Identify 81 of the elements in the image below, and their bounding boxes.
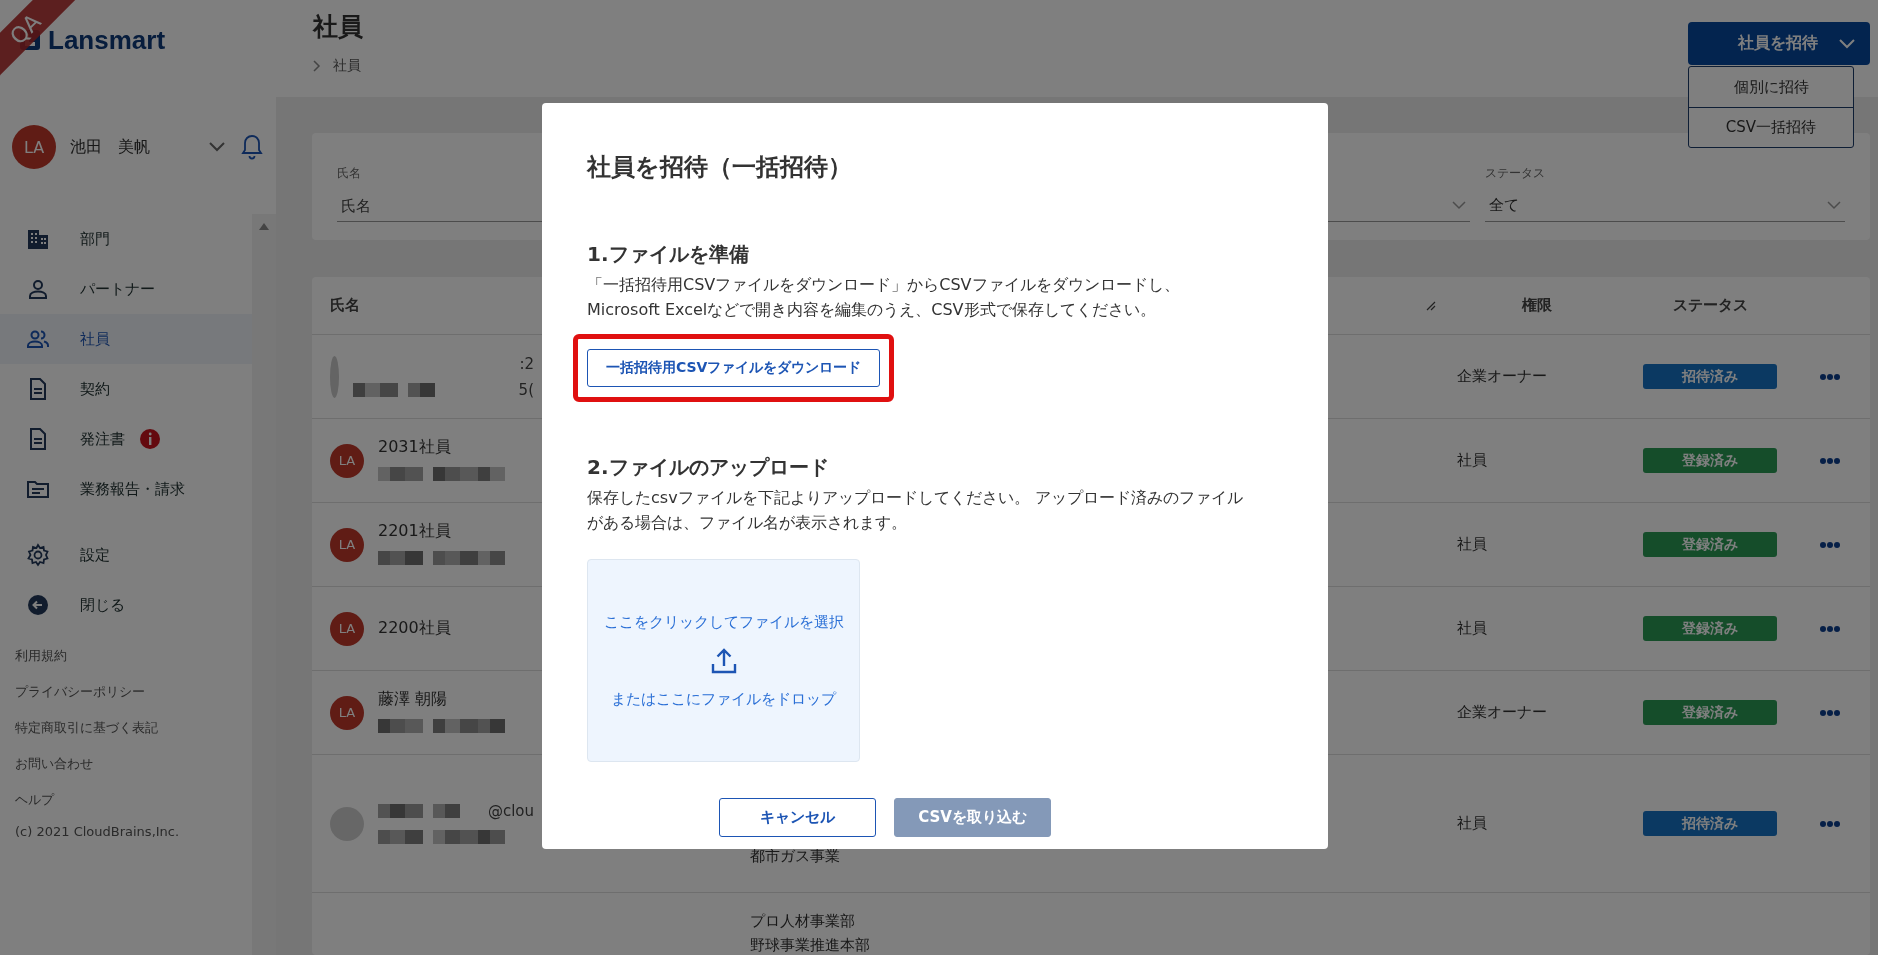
role-text: 社員 bbox=[1456, 619, 1488, 638]
chevron-down-icon bbox=[1452, 201, 1466, 210]
building-icon bbox=[26, 227, 50, 251]
employee-name: 2200社員 bbox=[378, 618, 451, 639]
menu-item[interactable]: 個別に招待 bbox=[1689, 67, 1853, 107]
status-badge: 登録済み bbox=[1643, 532, 1777, 557]
status-badge: 招待済み bbox=[1643, 364, 1777, 389]
file-drop-zone[interactable]: ここをクリックしてファイルを選択 またはここにファイルをドロップ bbox=[587, 559, 860, 762]
nav-item[interactable]: パートナー bbox=[0, 264, 252, 314]
field-label: ステータス bbox=[1485, 165, 1545, 182]
chevron-down-icon[interactable] bbox=[208, 141, 226, 153]
scrollbar[interactable] bbox=[252, 214, 276, 955]
avatar: LA bbox=[330, 527, 364, 562]
more-icon[interactable] bbox=[1819, 372, 1841, 381]
invite-button[interactable]: 社員を招待 bbox=[1688, 22, 1870, 65]
footer-link[interactable]: 特定商取引に基づく表記 bbox=[15, 710, 252, 746]
employee-name: 2201社員 bbox=[378, 521, 451, 542]
chevron-down-icon bbox=[1827, 201, 1841, 210]
footer-link[interactable]: お問い合わせ bbox=[15, 746, 252, 782]
footer-link[interactable]: ヘルプ bbox=[15, 782, 252, 818]
more-icon[interactable] bbox=[1819, 708, 1841, 717]
nav-item[interactable]: 契約 bbox=[0, 364, 252, 414]
user-avatar: LA bbox=[12, 125, 56, 169]
section-heading: 2.ファイルのアップロード bbox=[587, 454, 830, 481]
more-icon[interactable] bbox=[1819, 456, 1841, 465]
breadcrumb-item[interactable]: 社員 bbox=[333, 57, 361, 75]
role-text: 社員 bbox=[1456, 535, 1488, 554]
nav-item[interactable]: 設定 bbox=[0, 530, 252, 580]
status-badge: 登録済み bbox=[1643, 700, 1777, 725]
logo-text: Lansmart bbox=[48, 24, 166, 56]
nav-item[interactable]: 閉じる bbox=[0, 580, 252, 630]
page-title: 社員 bbox=[313, 11, 363, 43]
dialog-title: 社員を招待（一括招待） bbox=[587, 152, 853, 183]
instruction-text: 保存したcsvファイルを下記よりアップロードしてください。 アップロード済みのファイルがある場合は、ファイル名が表示されます。 bbox=[587, 487, 1244, 534]
status-badge: 登録済み bbox=[1643, 616, 1777, 641]
scroll-up-icon[interactable] bbox=[259, 222, 269, 230]
avatar: LA bbox=[330, 443, 364, 478]
copyright-text: (c) 2021 CloudBrains,Inc. bbox=[15, 824, 181, 839]
column-header: 氏名 bbox=[329, 296, 361, 315]
more-icon[interactable] bbox=[1819, 624, 1841, 633]
department-text: プロ人材事業部 bbox=[750, 911, 856, 932]
menu-item[interactable]: CSV一括招待 bbox=[1689, 107, 1853, 147]
more-icon[interactable] bbox=[1819, 819, 1841, 828]
download-button[interactable]: 一括招待用CSVファイルをダウンロード bbox=[587, 349, 881, 387]
department-text: 野球事業推進本部 bbox=[750, 935, 871, 955]
status-badge: 登録済み bbox=[1643, 448, 1777, 473]
nav-item[interactable]: 業務報告・請求 bbox=[0, 464, 252, 514]
employee-name: 2031社員 bbox=[378, 437, 451, 458]
bell-icon[interactable] bbox=[240, 133, 264, 161]
link-text[interactable]: ここをクリックしてファイルを選択 bbox=[603, 612, 844, 632]
resize-handle-icon bbox=[1426, 300, 1436, 311]
avatar: LA bbox=[330, 611, 364, 646]
user-name: 池田 美帆 bbox=[70, 136, 151, 158]
settings-icon bbox=[26, 543, 50, 567]
footer-link[interactable]: プライバシーポリシー bbox=[15, 674, 252, 710]
cancel-button[interactable]: キャンセル bbox=[719, 798, 876, 837]
hint-text: またはここにファイルをドロップ bbox=[611, 689, 836, 709]
avatar: LA bbox=[330, 695, 364, 730]
nav-item[interactable]: 社員 bbox=[0, 314, 252, 364]
nav-item[interactable]: 発注書 bbox=[0, 414, 252, 464]
instruction-text: 「一括招待用CSVファイルをダウンロード」からCSVファイルをダウンロードし、Microsoft Excelなどで開き内容を編集のうえ、CSV形式で保存してください。 bbox=[587, 274, 1181, 321]
footer-link[interactable]: 利用規約 bbox=[15, 638, 252, 674]
chevron-right-icon bbox=[313, 60, 321, 72]
column-header: 権限 bbox=[1521, 296, 1552, 315]
role-text: 社員 bbox=[1456, 814, 1488, 833]
field-label: 氏名 bbox=[337, 165, 361, 182]
status-badge: 招待済み bbox=[1643, 811, 1777, 836]
department-text: 都市ガス事業 bbox=[750, 846, 841, 867]
role-text: 社員 bbox=[1456, 451, 1488, 470]
cell-text: 5( bbox=[518, 380, 534, 399]
role-text: 企業オーナー bbox=[1456, 703, 1548, 722]
cell-text: @clou bbox=[487, 801, 534, 820]
select-field[interactable]: 全て bbox=[1485, 190, 1845, 222]
person-icon bbox=[26, 277, 50, 301]
column-header: ステータス bbox=[1671, 296, 1749, 315]
nav-item[interactable]: 部門 bbox=[0, 214, 252, 264]
role-text: 企業オーナー bbox=[1456, 367, 1548, 386]
section-heading: 1.ファイルを準備 bbox=[587, 241, 750, 268]
more-icon[interactable] bbox=[1819, 540, 1841, 549]
cell-text: :2 bbox=[519, 354, 534, 373]
employee-name: 藤澤 朝陽 bbox=[378, 689, 448, 710]
